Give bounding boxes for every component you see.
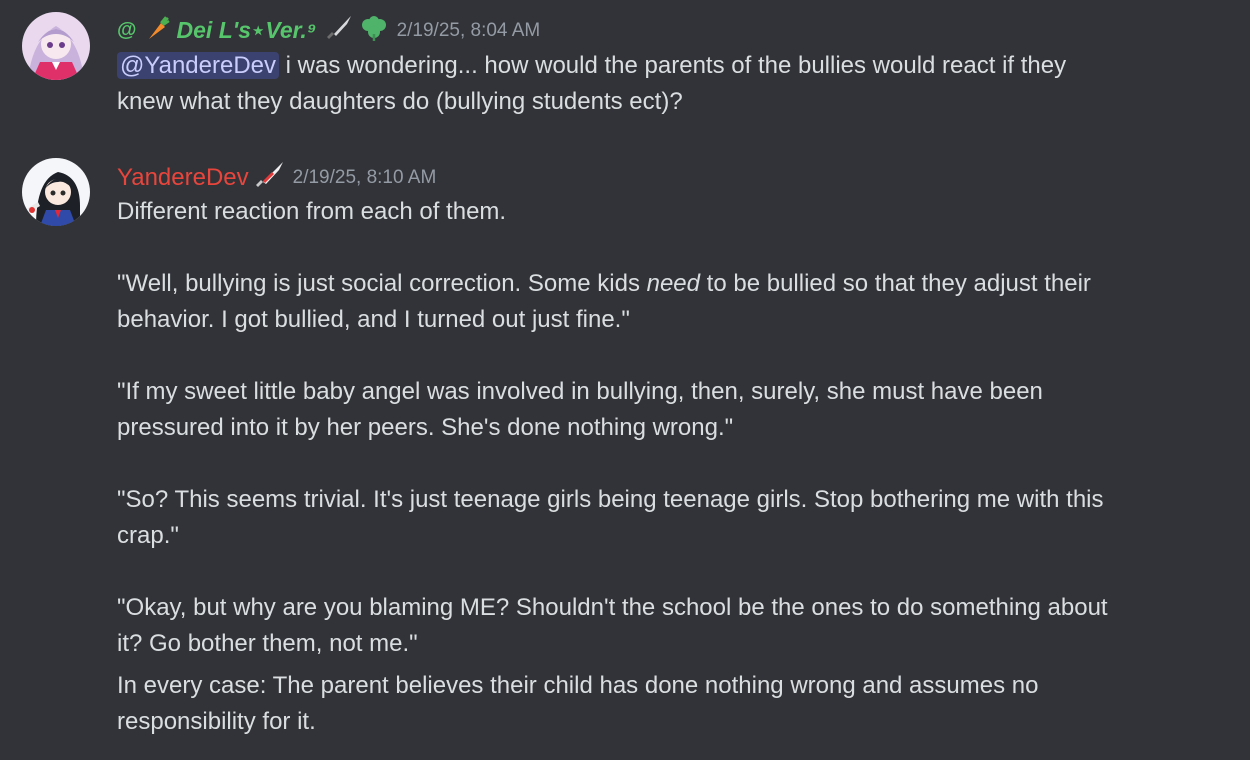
timestamp[interactable]: 2/19/25, 8:10 AM [293, 167, 437, 189]
message-line: "Okay, but why are you blaming ME? Shoul… [117, 594, 1108, 621]
knife-icon [325, 14, 353, 47]
message-line: "So? This seems trivial. It's just teena… [117, 486, 1104, 513]
message-line: Different reaction from each of them. [117, 198, 507, 225]
message-line: "If my sweet little baby angel was invol… [117, 378, 1043, 405]
message-line: @YandereDev i was wondering... how would… [117, 48, 1066, 84]
clover-icon [359, 14, 389, 47]
message-text: i was wondering... how would the parents… [285, 52, 1067, 79]
user-avatar-yanderedev[interactable] [22, 158, 90, 226]
message-line: it? Go bother them, not me." [117, 630, 418, 657]
author-name[interactable]: YandereDev [117, 164, 249, 192]
author-name[interactable]: Dei L's⋆Ver.⁹ [177, 17, 317, 44]
message-header: YandereDev 2/19/25, 8:10 AM [117, 160, 436, 195]
message-line: crap." [117, 522, 179, 549]
message-line: knew what they daughters do (bullying st… [117, 88, 683, 115]
carrot-icon [145, 15, 171, 46]
message-line: "Well, bullying is just social correctio… [117, 266, 1091, 302]
message-header: @ Dei L's⋆Ver.⁹ 2/19/25, 8:04 AM [117, 14, 540, 47]
anime-schoolgirl-avatar-icon [22, 158, 90, 226]
knife-icon [255, 160, 285, 195]
text-segment: "Well, bullying is just social correctio… [117, 270, 647, 297]
user-avatar-dei[interactable] [22, 12, 90, 80]
emphasis-text: need [646, 270, 700, 297]
text-segment: to be bullied so that they adjust their [700, 270, 1091, 297]
user-mention[interactable]: @YandereDev [117, 52, 279, 79]
author-prefix: @ [117, 19, 137, 41]
message-line: responsibility for it. [117, 708, 316, 735]
timestamp[interactable]: 2/19/25, 8:04 AM [397, 20, 541, 42]
message-line: In every case: The parent believes their… [117, 672, 1039, 699]
message-line: behavior. I got bullied, and I turned ou… [117, 306, 630, 333]
message-line: pressured into it by her peers. She's do… [117, 414, 734, 441]
anime-girl-avatar-icon [22, 12, 90, 80]
